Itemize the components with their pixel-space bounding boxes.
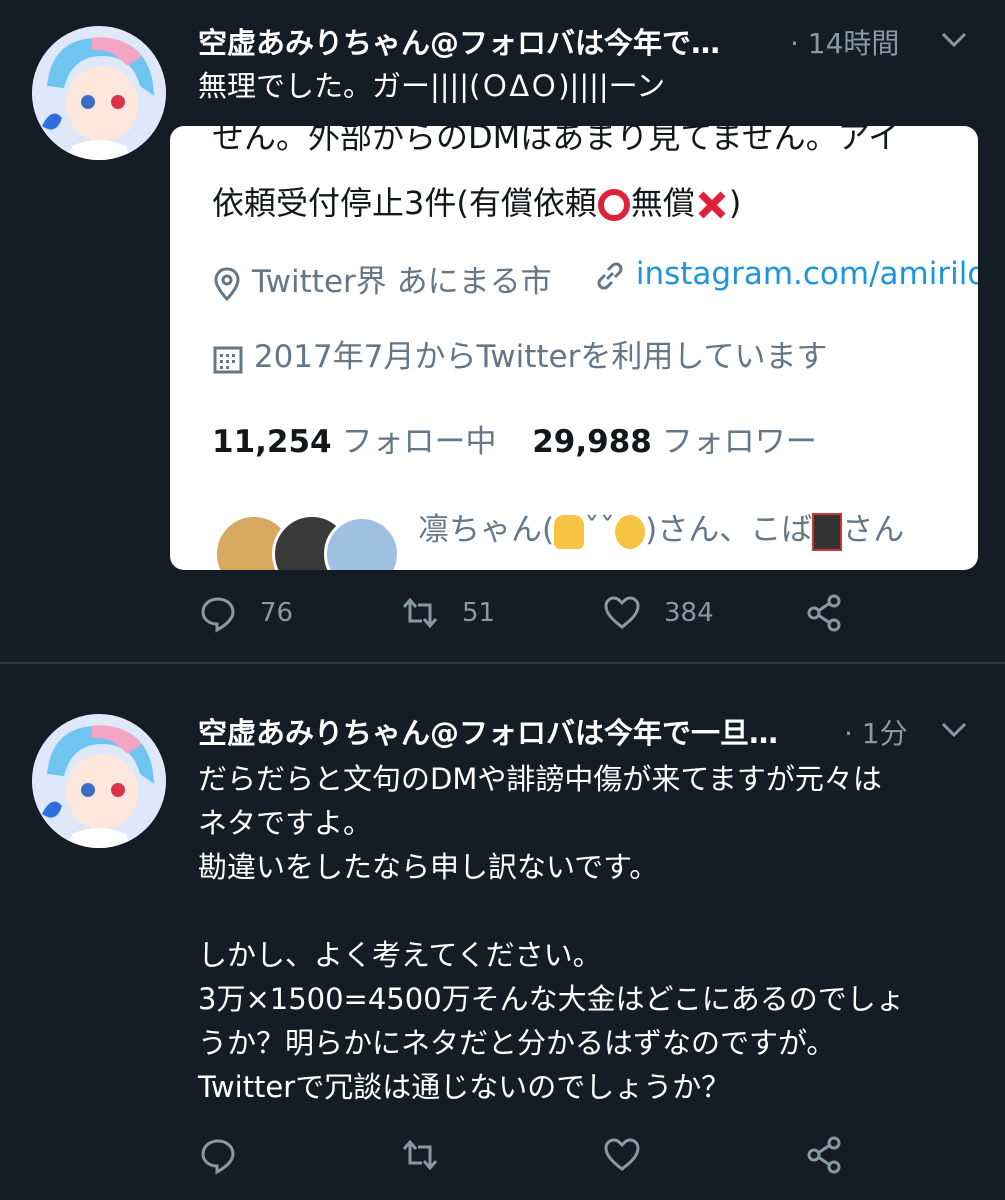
joined-text: 2017年7月からTwitterを利用しています (253, 339, 828, 375)
retweet-button[interactable]: 51 (400, 588, 495, 638)
tweet-header: 空虚あみりちゃん@フォロバは今年で一旦… · 1分 (198, 708, 1005, 754)
location-text: Twitter界 あにまる市 (251, 264, 552, 300)
raised-hand-icon (554, 514, 585, 549)
reply-count: 76 (260, 598, 294, 628)
tweet[interactable]: 空虚あみりちゃん@フォロバは今年で一旦… · 1分 だらだらと文句のDMや誹謗中… (0, 662, 1005, 1200)
retweet-icon (402, 1139, 438, 1171)
location-icon (214, 266, 240, 301)
following-label: フォロー中 (341, 424, 497, 460)
avatar[interactable] (32, 26, 166, 160)
like-icon (604, 1138, 640, 1171)
display-name[interactable]: 空虚あみりちゃん@フォロバは今年で一旦… (198, 710, 778, 752)
tweet-text-line: しかし、よく考えてください。 (198, 938, 602, 972)
share-button[interactable] (804, 588, 844, 638)
retweet-icon (402, 597, 438, 629)
profile-location: Twitter界 あにまる市 (212, 256, 552, 302)
like-count: 384 (664, 598, 714, 628)
avatar-image (32, 714, 166, 848)
bio-text: 依頼受付停止3件(有償依頼 (212, 184, 597, 222)
tweet-text-line: うか？明らかにネタだと分かるはずなのですが。 (198, 1026, 836, 1060)
tweet[interactable]: 空虚あみりちゃん@フォロバは今年で… · 14時間 無理でした。ガー||||(Ｏ… (0, 0, 1005, 662)
reply-icon (201, 1139, 235, 1175)
like-icon (604, 596, 640, 629)
followed-by-text: 凛ちゃん( ˇˇ )さん、こば さん (418, 504, 904, 551)
share-button[interactable] (804, 1130, 844, 1180)
red-x-icon (698, 191, 726, 219)
share-icon (807, 594, 841, 632)
followed-by-part: )さん、こば (645, 512, 813, 548)
followed-by-avatars (214, 514, 400, 570)
reply-icon (201, 597, 235, 633)
tweet-text-line: だらだらと文句のDMや誹謗中傷が来てますが元々は (198, 762, 882, 796)
ok-hand-icon (615, 514, 646, 549)
avatar-image (32, 26, 166, 160)
tweet-text-line: 3万×1500=4500万そんな大金はどこにあるのでしょ (198, 982, 905, 1016)
tweet-actions: 76 51 384 (198, 588, 1005, 638)
tweet-text-line: Twitterで冗談は通じないのでしょうか？ (198, 1070, 731, 1104)
tweet-actions (198, 1130, 1005, 1180)
tweet-text-line: 無理でした。ガー||||(ＯΔＯ)||||ーン (198, 69, 666, 103)
followers-count: 29,988 (532, 424, 652, 460)
profile-link[interactable]: instagram.com/amirilov (594, 256, 978, 292)
like-button[interactable] (602, 1130, 642, 1180)
following-count: 11,254 (212, 424, 332, 460)
tweet-text-line (198, 889, 965, 933)
avatar[interactable] (32, 714, 166, 848)
share-icon (807, 1136, 841, 1174)
reply-button[interactable]: 76 (198, 588, 293, 638)
followed-by-part: さん (842, 512, 905, 548)
tweet-text: 無理でした。ガー||||(ＯΔＯ)||||ーン (198, 64, 965, 108)
hanafuda-icon (812, 512, 843, 551)
tweet-text: だらだらと文句のDMや誹謗中傷が来てますが元々は ネタですよ。 勘違いをしたなら… (198, 757, 965, 1109)
chevron-down-icon[interactable] (940, 720, 968, 740)
tweet-header: 空虚あみりちゃん@フォロバは今年で… · 14時間 (198, 18, 1005, 64)
followed-by-part: 凛ちゃん( (418, 512, 555, 548)
followers-label: フォロワー (661, 424, 817, 460)
link-text[interactable]: instagram.com/amirilov (636, 256, 978, 292)
bio-text: ) (728, 184, 742, 222)
bio-line: せん。外部からのDMはあまり見てません。アイ (212, 126, 901, 156)
timestamp[interactable]: · 14時間 (790, 22, 899, 62)
display-name[interactable]: 空虚あみりちゃん@フォロバは今年で… (198, 20, 720, 62)
calendar-icon (213, 346, 243, 373)
tweet-text-line: 勘違いをしたなら申し訳ないです。 (198, 850, 659, 884)
chevron-down-icon[interactable] (940, 30, 968, 50)
bio-line: 依頼受付停止3件(有償依頼 無償) (212, 178, 741, 224)
attached-image[interactable]: せん。外部からのDMはあまり見てません。アイ 依頼受付停止3件(有償依頼 無償) … (170, 126, 978, 570)
like-button[interactable]: 384 (602, 588, 714, 638)
retweet-count: 51 (462, 598, 496, 628)
bio-text: 無償 (630, 184, 695, 222)
tweet-text-line: ネタですよ。 (198, 806, 373, 840)
retweet-button[interactable] (400, 1130, 440, 1180)
profile-joined: 2017年7月からTwitterを利用しています (212, 331, 827, 376)
follow-counts: 11,254 フォロー中 29,988 フォロワー (212, 416, 817, 461)
reply-button[interactable] (198, 1130, 238, 1180)
followed-by-part: ˇˇ (584, 512, 616, 548)
red-circle-icon (597, 189, 630, 221)
link-icon (597, 262, 623, 289)
timestamp[interactable]: · 1分 (844, 712, 908, 752)
